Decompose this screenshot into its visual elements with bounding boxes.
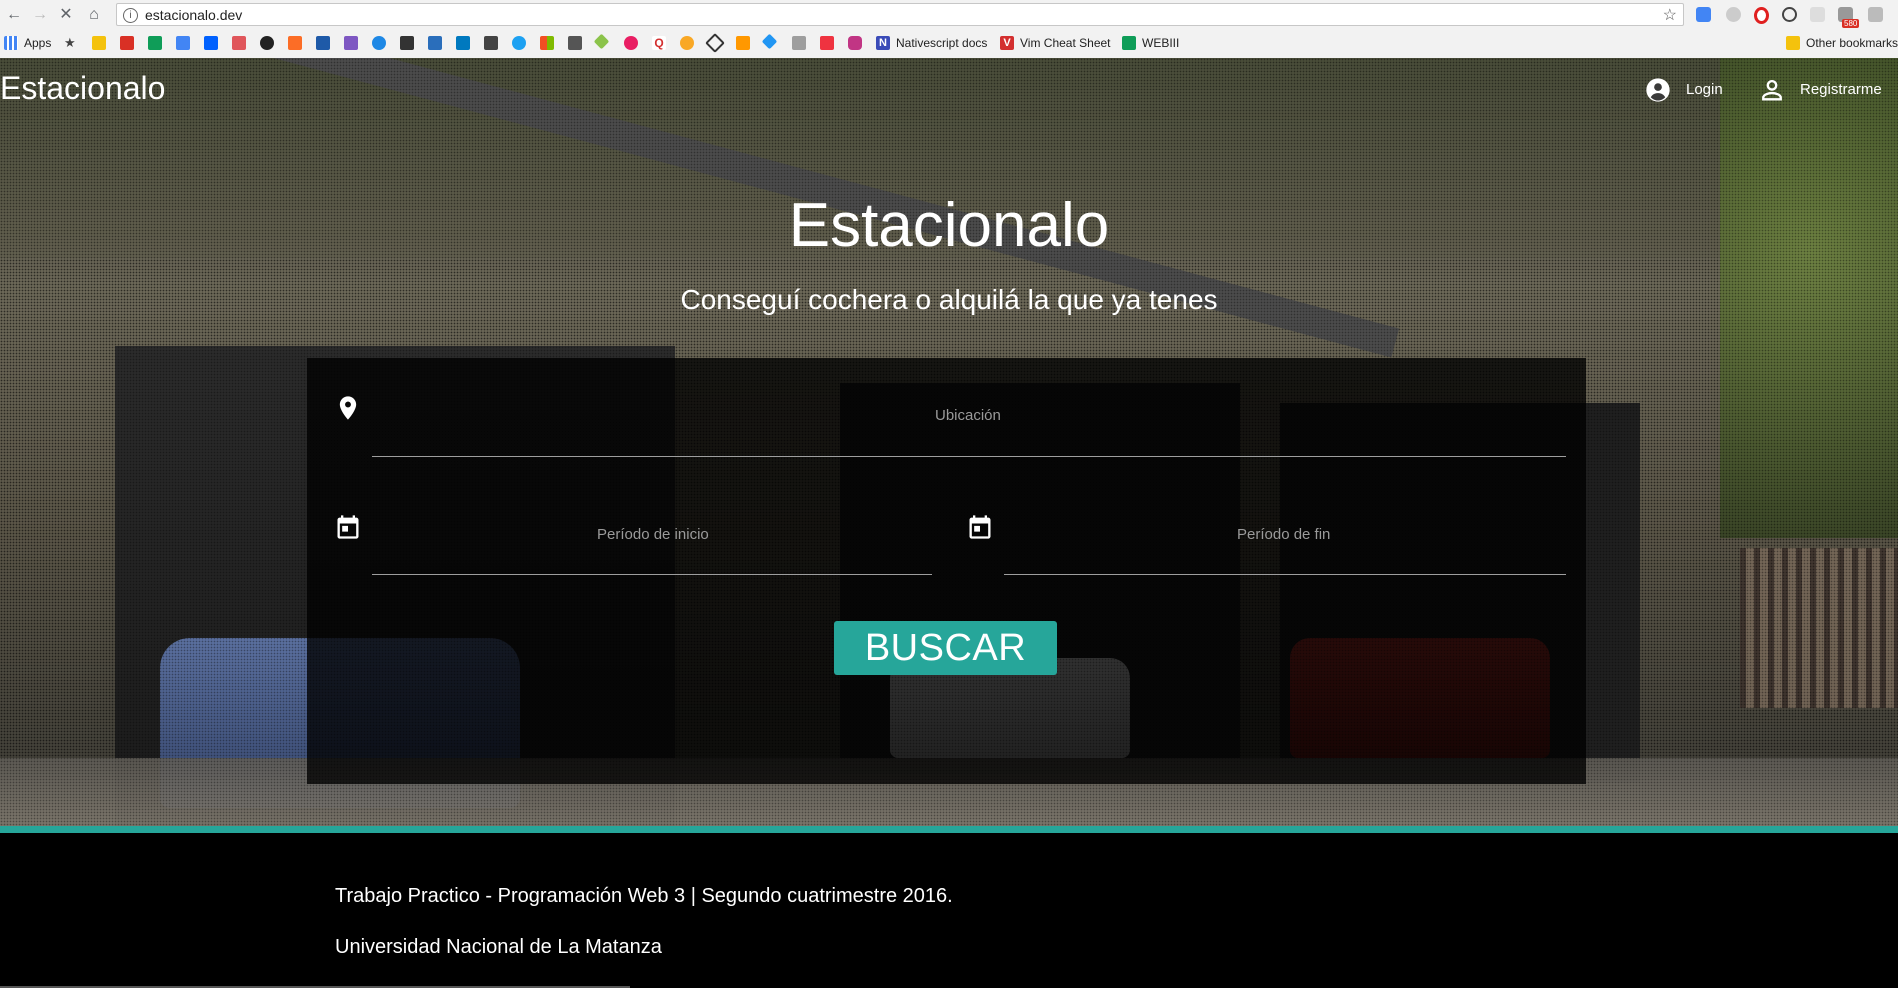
drive-icon[interactable] xyxy=(148,36,162,50)
end-date-label[interactable]: Período de fin xyxy=(1237,526,1330,543)
bookmark-apps[interactable]: Apps xyxy=(24,36,51,50)
gitlab-icon[interactable] xyxy=(288,36,302,50)
bookmark-icon[interactable] xyxy=(593,33,610,50)
sync-icon[interactable] xyxy=(1782,7,1797,22)
register-label: Registrarme xyxy=(1800,81,1882,98)
translate-icon[interactable] xyxy=(1696,7,1711,22)
person-icon xyxy=(1762,79,1782,101)
twitter-icon[interactable] xyxy=(512,36,526,50)
gmail-icon[interactable] xyxy=(120,36,134,50)
folder-icon[interactable] xyxy=(1786,36,1800,50)
extension-icon[interactable] xyxy=(1810,7,1825,22)
dropbox-icon[interactable] xyxy=(204,36,218,50)
top-navbar: Estacionalo Login Registrarme xyxy=(0,58,1898,122)
bookmark-icon[interactable] xyxy=(761,33,778,50)
bookmark-icon[interactable] xyxy=(400,36,414,50)
end-date-input[interactable] xyxy=(1004,574,1566,575)
github-icon[interactable] xyxy=(260,36,274,50)
mail-badge: 580 xyxy=(1842,19,1860,28)
calendar-bookmark-icon[interactable] xyxy=(176,36,190,50)
footer-course-text: Trabajo Practico - Programación Web 3 | … xyxy=(335,885,953,907)
address-url[interactable]: estacionalo.dev xyxy=(145,7,242,23)
stop-icon[interactable]: ✕ xyxy=(56,5,76,25)
star-icon[interactable]: ☆ xyxy=(1663,5,1677,25)
calendar-icon xyxy=(969,515,991,539)
location-input-label[interactable]: Ubicación xyxy=(935,407,1001,424)
bookmark-icon[interactable] xyxy=(736,36,750,50)
bookmark-star-icon[interactable]: ★ xyxy=(64,36,78,50)
apps-grid-icon[interactable] xyxy=(4,36,18,50)
bookmark-icon[interactable] xyxy=(428,36,442,50)
account-circle-icon xyxy=(1646,78,1670,102)
start-date-label[interactable]: Período de inicio xyxy=(597,526,709,543)
folder-icon[interactable] xyxy=(92,36,106,50)
bookmark-webiii[interactable]: WEBIII xyxy=(1142,36,1179,50)
address-bar[interactable]: i estacionalo.dev ☆ xyxy=(116,3,1684,26)
bookmark-icon[interactable] xyxy=(680,36,694,50)
footer-accent-bar xyxy=(0,826,1898,833)
extensions-area: 580 xyxy=(1696,5,1896,28)
sheets-icon[interactable] xyxy=(1122,36,1136,50)
hero-subtitle: Conseguí cochera o alquilá la que ya ten… xyxy=(680,284,1218,315)
bookmark-q-icon[interactable]: Q xyxy=(652,36,666,50)
hero-title: Estacionalo xyxy=(788,191,1110,260)
back-icon[interactable]: ← xyxy=(4,5,24,25)
login-link[interactable]: Login xyxy=(1644,76,1734,104)
bookmark-icon[interactable] xyxy=(568,36,582,50)
bookmark-icon[interactable] xyxy=(372,36,386,50)
bookmark-other[interactable]: Other bookmarks xyxy=(1806,36,1898,50)
bookmark-icon[interactable] xyxy=(705,33,725,53)
menu-icon[interactable] xyxy=(1868,7,1883,22)
footer: Trabajo Practico - Programación Web 3 | … xyxy=(0,833,1898,988)
footer-university-text: Universidad Nacional de La Matanza xyxy=(335,936,662,958)
bookmark-icon[interactable] xyxy=(232,36,246,50)
forward-icon[interactable]: → xyxy=(30,5,50,25)
microsoft-icon[interactable] xyxy=(540,36,554,50)
bookmark-icon[interactable] xyxy=(484,36,498,50)
opera-icon[interactable] xyxy=(1754,7,1769,24)
bookmark-nativescript-docs[interactable]: Nativescript docs xyxy=(896,36,987,50)
browser-chrome: ← → ✕ ⌂ i estacionalo.dev ☆ 580 Apps ★ Q… xyxy=(0,0,1898,59)
pocket-icon[interactable] xyxy=(820,36,834,50)
nativescript-icon[interactable]: N xyxy=(876,36,890,50)
extension-icon[interactable] xyxy=(1726,7,1741,22)
bookmark-icon[interactable] xyxy=(316,36,330,50)
bookmark-icon[interactable] xyxy=(344,36,358,50)
bookmarks-bar: Apps ★ Q N Nativescript docs V Vim Cheat xyxy=(0,30,1898,56)
start-date-input[interactable] xyxy=(372,574,932,575)
register-link[interactable]: Registrarme xyxy=(1758,76,1898,104)
location-input[interactable] xyxy=(372,456,1566,457)
bookmark-icon[interactable] xyxy=(792,36,806,50)
home-icon[interactable]: ⌂ xyxy=(84,5,104,25)
login-label: Login xyxy=(1686,81,1723,98)
search-button[interactable]: BUSCAR xyxy=(834,621,1057,675)
bookmark-vim-cheat-sheet[interactable]: Vim Cheat Sheet xyxy=(1020,36,1111,50)
instagram-icon[interactable] xyxy=(848,36,862,50)
info-icon[interactable]: i xyxy=(123,8,138,23)
vim-icon[interactable]: V xyxy=(1000,36,1014,50)
location-pin-icon xyxy=(339,396,357,420)
browser-toolbar: ← → ✕ ⌂ i estacionalo.dev ☆ 580 xyxy=(0,0,1898,29)
trello-icon[interactable] xyxy=(456,36,470,50)
bookmark-icon[interactable] xyxy=(624,36,638,50)
calendar-icon xyxy=(337,515,359,539)
brand-logo[interactable]: Estacionalo xyxy=(0,70,165,107)
